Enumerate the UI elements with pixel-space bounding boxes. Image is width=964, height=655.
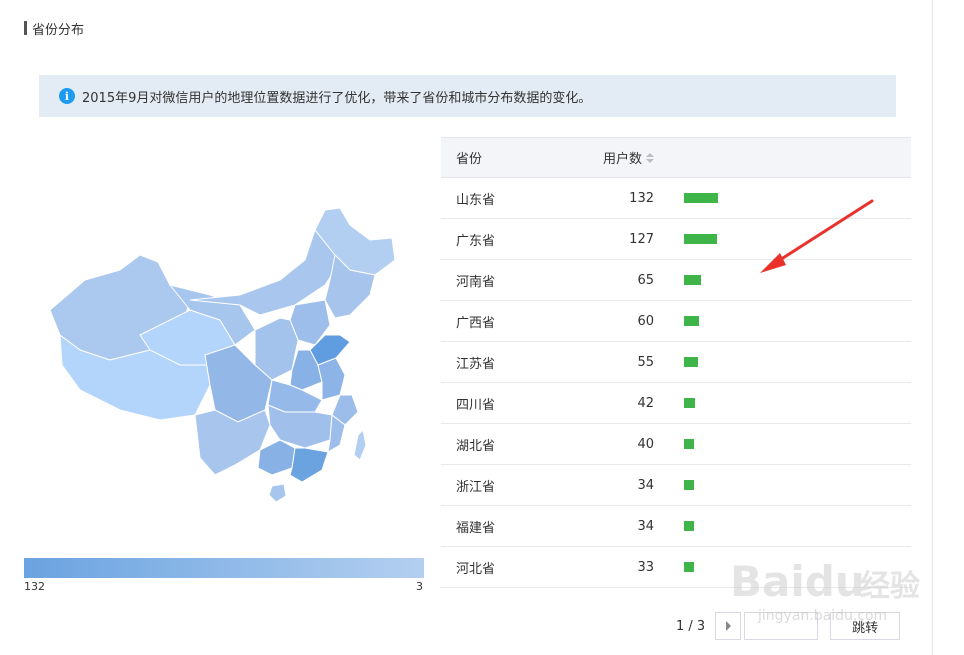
row-users: 34	[637, 518, 654, 534]
row-users: 33	[637, 559, 654, 575]
row-users: 34	[637, 477, 654, 493]
section-marker	[24, 21, 27, 35]
row-province: 广西省	[456, 315, 496, 331]
row-users: 60	[637, 313, 654, 329]
notice-banner: i 2015年9月对微信用户的地理位置数据进行了优化，带来了省份和城市分布数据的…	[39, 75, 896, 117]
legend-gradient	[24, 558, 424, 578]
row-province: 河南省	[456, 274, 496, 290]
table-row: 广西省 60	[441, 301, 911, 342]
row-province: 广东省	[456, 233, 496, 249]
chevron-right-icon	[725, 621, 731, 631]
row-users-bar	[684, 316, 699, 326]
panel-edge	[932, 0, 933, 655]
legend-max-label: 3	[416, 580, 423, 593]
header-users-label: 用户数	[602, 152, 642, 167]
row-users-bar	[684, 521, 694, 531]
section-header: 省份分布	[24, 20, 85, 38]
sort-icon[interactable]	[646, 152, 654, 163]
table-row: 福建省 34	[441, 506, 911, 547]
annotation-arrow-icon	[760, 199, 874, 273]
row-users: 42	[637, 395, 654, 411]
china-map[interactable]	[40, 200, 420, 510]
row-users: 127	[629, 231, 654, 247]
page-info: 1 / 3	[676, 618, 706, 634]
page-number-input[interactable]	[744, 612, 819, 640]
next-page-button[interactable]	[715, 612, 742, 640]
table-row: 浙江省 34	[441, 465, 911, 506]
legend-min-label: 132	[24, 580, 45, 593]
table-row: 江苏省 55	[441, 342, 911, 383]
row-users: 65	[637, 272, 654, 288]
section-title: 省份分布	[32, 22, 85, 38]
row-province: 河北省	[456, 561, 496, 577]
map-region-guangdong	[289, 447, 329, 483]
table-row: 湖北省 40	[441, 424, 911, 465]
row-users: 55	[637, 354, 654, 370]
row-users: 132	[629, 190, 654, 206]
row-users-bar	[684, 357, 698, 367]
row-users-bar	[684, 275, 701, 285]
row-users-bar	[684, 562, 694, 572]
row-users-bar	[684, 398, 695, 408]
row-users-bar	[684, 234, 717, 244]
pagination: 1 / 3 跳转	[676, 611, 901, 641]
notice-text: 2015年9月对微信用户的地理位置数据进行了优化，带来了省份和城市分布数据的变化…	[82, 90, 592, 106]
row-province: 湖北省	[456, 438, 496, 454]
row-province: 山东省	[456, 192, 496, 208]
row-province: 浙江省	[456, 479, 496, 495]
table-row: 河北省 33	[441, 547, 911, 588]
row-users-bar	[684, 439, 694, 449]
jump-button[interactable]: 跳转	[830, 612, 901, 640]
row-users-bar	[684, 193, 718, 203]
header-users[interactable]: 用户数	[571, 148, 654, 167]
table-header: 省份 用户数	[441, 137, 911, 178]
info-icon: i	[59, 88, 75, 104]
row-province: 四川省	[456, 397, 496, 413]
table-row: 四川省 42	[441, 383, 911, 424]
row-users: 40	[637, 436, 654, 452]
header-province: 省份	[456, 152, 483, 167]
map-region-taiwan	[353, 428, 367, 461]
row-province: 江苏省	[456, 356, 496, 372]
map-region-hainan	[268, 483, 287, 503]
row-province: 福建省	[456, 520, 496, 536]
row-users-bar	[684, 480, 694, 490]
map-region-jiangsu	[317, 357, 346, 401]
map-region-guangxi	[257, 439, 296, 476]
